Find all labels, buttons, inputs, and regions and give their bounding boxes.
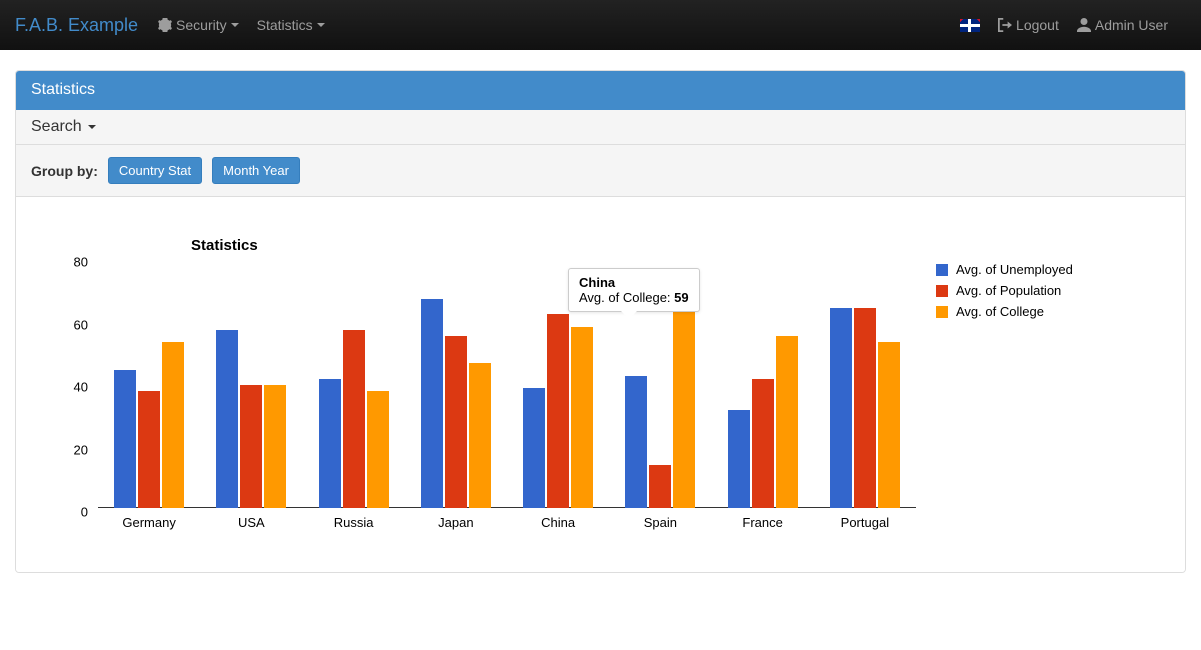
- language-selector[interactable]: [960, 19, 980, 32]
- chart-y-tick: 20: [74, 442, 88, 457]
- chart-bar[interactable]: [728, 410, 750, 508]
- chart-title: Statistics: [191, 237, 1165, 254]
- chart-bar-group: [98, 262, 200, 508]
- brand-link[interactable]: F.A.B. Example: [15, 15, 138, 36]
- legend-item[interactable]: Avg. of Population: [936, 283, 1073, 298]
- logout-label: Logout: [1016, 17, 1059, 33]
- statistics-panel: Statistics Search Group by: Country Stat…: [15, 70, 1186, 573]
- groupby-label: Group by:: [31, 163, 98, 179]
- chart-x-tick: China: [507, 512, 609, 532]
- user-icon: [1077, 18, 1091, 32]
- chart-bar[interactable]: [240, 385, 262, 508]
- chart-bar-group: [712, 262, 814, 508]
- chart-x-tick: Spain: [609, 512, 711, 532]
- main-container: Statistics Search Group by: Country Stat…: [0, 50, 1201, 573]
- chart-y-tick: 40: [74, 380, 88, 395]
- user-menu[interactable]: Admin User: [1077, 17, 1168, 33]
- logout-link[interactable]: Logout: [998, 17, 1059, 33]
- logout-icon: [998, 18, 1012, 32]
- nav-security[interactable]: Security: [158, 17, 239, 33]
- search-label: Search: [31, 118, 82, 135]
- chart-bar[interactable]: [854, 308, 876, 508]
- chart-bar[interactable]: [547, 314, 569, 508]
- chart-bar[interactable]: [367, 391, 389, 508]
- nav-statistics-label: Statistics: [257, 17, 313, 33]
- nav-statistics[interactable]: Statistics: [257, 17, 325, 33]
- nav-security-label: Security: [176, 17, 227, 33]
- chart-bar[interactable]: [776, 336, 798, 508]
- chart-plot-area: China Avg. of College: 59: [98, 262, 916, 508]
- chart-bar-group: [200, 262, 302, 508]
- chart-bar-group: [814, 262, 916, 508]
- chart-bar[interactable]: [649, 465, 671, 508]
- chart-bar[interactable]: [114, 370, 136, 508]
- chart-bars: [98, 262, 916, 508]
- chart-bar[interactable]: [216, 330, 238, 508]
- chart-bar[interactable]: [421, 299, 443, 508]
- chart-bar[interactable]: [343, 330, 365, 508]
- chart-bar[interactable]: [752, 379, 774, 508]
- legend-item[interactable]: Avg. of College: [936, 304, 1073, 319]
- chart-bar[interactable]: [319, 379, 341, 508]
- caret-down-icon: [317, 23, 325, 27]
- groupby-month-year-button[interactable]: Month Year: [212, 157, 300, 184]
- chart-y-tick: 80: [74, 255, 88, 270]
- chart-plot: 020406080 China Avg. of College: 59 Germ: [46, 262, 916, 532]
- flag-uk-icon: [960, 19, 980, 32]
- legend-label: Avg. of College: [956, 304, 1044, 319]
- chart-bar[interactable]: [673, 302, 695, 508]
- chart-x-tick: Japan: [405, 512, 507, 532]
- chart-legend: Avg. of Unemployed Avg. of Population Avg.…: [936, 262, 1073, 325]
- chart-x-tick: Russia: [303, 512, 405, 532]
- groupby-country-stat-button[interactable]: Country Stat: [108, 157, 202, 184]
- chart-bar[interactable]: [571, 327, 593, 508]
- search-toggle[interactable]: Search: [16, 110, 1185, 145]
- chart-bar[interactable]: [264, 385, 286, 508]
- chart-bar[interactable]: [878, 342, 900, 508]
- chart-x-labels: GermanyUSARussiaJapanChinaSpainFrancePor…: [98, 512, 916, 532]
- chart-bar-group: [405, 262, 507, 508]
- chart-y-tick: 60: [74, 317, 88, 332]
- chart-tooltip: China Avg. of College: 59: [568, 268, 700, 312]
- tooltip-value: 59: [674, 290, 688, 305]
- navbar: F.A.B. Example Security Statistics Logou…: [0, 0, 1201, 50]
- chart-y-tick: 0: [81, 505, 88, 520]
- chart-bar[interactable]: [830, 308, 852, 508]
- chart-area: Statistics 0 20 40 60 80 China Avg. of Colle…: [16, 197, 1185, 572]
- legend-swatch-icon: [936, 306, 948, 318]
- chart-bar[interactable]: [469, 363, 491, 508]
- legend-swatch-icon: [936, 285, 948, 297]
- chart-x-tick: Germany: [98, 512, 200, 532]
- gears-icon: [158, 18, 172, 32]
- chart-x-tick: USA: [200, 512, 302, 532]
- panel-title: Statistics: [16, 71, 1185, 110]
- tooltip-series-label: Avg. of College:: [579, 290, 671, 305]
- chart-bar[interactable]: [625, 376, 647, 508]
- chart-x-tick: Portugal: [814, 512, 916, 532]
- tooltip-category: China: [579, 275, 689, 290]
- chart-y-axis: 020406080: [46, 262, 94, 512]
- legend-label: Avg. of Population: [956, 283, 1061, 298]
- chart-bar[interactable]: [445, 336, 467, 508]
- groupby-bar: Group by: Country Stat Month Year: [16, 145, 1185, 197]
- legend-swatch-icon: [936, 264, 948, 276]
- legend-item[interactable]: Avg. of Unemployed: [936, 262, 1073, 277]
- chart-bar[interactable]: [138, 391, 160, 508]
- caret-down-icon: [88, 125, 96, 129]
- chart-bar[interactable]: [523, 388, 545, 508]
- chart-bar-group: [303, 262, 405, 508]
- legend-label: Avg. of Unemployed: [956, 262, 1073, 277]
- chart-x-tick: France: [712, 512, 814, 532]
- chart-bar[interactable]: [162, 342, 184, 508]
- user-label: Admin User: [1095, 17, 1168, 33]
- caret-down-icon: [231, 23, 239, 27]
